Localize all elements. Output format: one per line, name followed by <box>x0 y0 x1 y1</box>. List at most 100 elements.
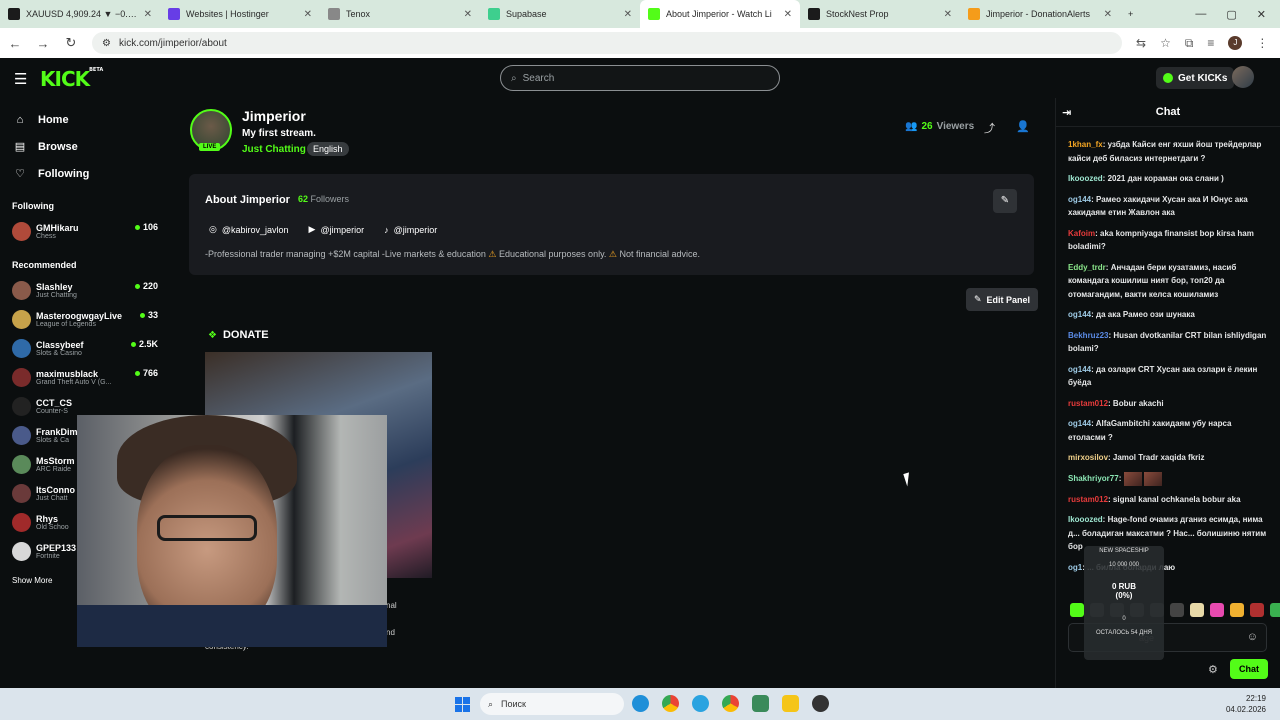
windows-start-icon[interactable] <box>455 697 470 712</box>
user-avatar[interactable] <box>1232 66 1254 88</box>
browser-tab[interactable]: Supabase ✕ <box>480 0 640 28</box>
channel-name: Rhys <box>36 514 59 524</box>
browser-tab[interactable]: About Jimperior - Watch Li ✕ <box>640 0 800 28</box>
chat-username[interactable]: Shakhriyor77 <box>1068 474 1119 483</box>
browser-tab[interactable]: Websites | Hostinger ✕ <box>160 0 320 28</box>
back-icon[interactable]: ← <box>8 36 22 51</box>
channel-avatar <box>12 513 31 532</box>
channel-name[interactable]: Jimperior <box>242 108 306 124</box>
user-settings-icon[interactable]: 👤 <box>1016 120 1030 133</box>
telegram-icon[interactable] <box>692 695 709 712</box>
chat-username[interactable]: Ikooozed <box>1068 174 1103 183</box>
emote-icon[interactable] <box>1210 603 1224 617</box>
channel-avatar <box>12 455 31 474</box>
bio-text-2: Educational purposes only. <box>499 249 609 259</box>
youtube-icon: ▶ <box>308 224 316 234</box>
edit-about-button[interactable]: ✎ <box>993 189 1017 213</box>
vpn-icon[interactable] <box>752 695 769 712</box>
close-window-icon[interactable]: ✕ <box>1257 8 1266 21</box>
tab-search-icon[interactable]: ≡ <box>1207 36 1214 50</box>
forward-icon[interactable]: → <box>36 36 50 51</box>
maximize-icon[interactable]: ▢ <box>1226 8 1236 21</box>
emote-icon[interactable] <box>1270 603 1280 617</box>
chat-message: rustam012: Bobur akachi <box>1068 398 1164 408</box>
chat-username[interactable]: og144 <box>1068 310 1091 319</box>
collapse-chat-icon[interactable]: ⇥ <box>1062 106 1071 119</box>
share-icon[interactable]: ⤴ <box>984 120 995 136</box>
extensions-icon[interactable]: ⧉ <box>1185 36 1194 51</box>
chat-username[interactable]: Kafoim <box>1068 229 1095 238</box>
chat-username[interactable]: Bekhruz23 <box>1068 331 1108 340</box>
emote-icon[interactable] <box>1170 603 1184 617</box>
sidebar-channel[interactable]: maximusblack Grand Theft Auto V (G... 766 <box>0 363 170 392</box>
emote-icon[interactable] <box>1190 603 1204 617</box>
hamburger-menu-icon[interactable]: ☰ <box>14 70 27 88</box>
kick-logo[interactable]: KICKBETA <box>40 67 103 91</box>
channel-category: Just Chatting <box>36 292 77 299</box>
chat-username[interactable]: Ikooozed <box>1068 515 1103 524</box>
translate-icon[interactable]: ⇆ <box>1136 36 1146 50</box>
social-link[interactable]: ▶ @jimperior <box>309 224 365 235</box>
emote-icon[interactable] <box>1230 603 1244 617</box>
get-kicks-button[interactable]: Get KICKs <box>1156 67 1235 89</box>
emote-icon[interactable] <box>1250 603 1264 617</box>
site-info-icon[interactable]: ⚙ <box>102 38 111 49</box>
edit-panel-button[interactable]: ✎ Edit Panel <box>966 288 1039 311</box>
sidebar-nav-home[interactable]: ⌂ Home <box>0 106 170 133</box>
tab-favicon-icon <box>168 8 180 20</box>
chat-username[interactable]: 1khan_fx <box>1068 140 1103 149</box>
emote-icon[interactable] <box>1070 603 1084 617</box>
browser-tab[interactable]: XAUUSD 4,909.24 ▼ −0.73% U ✕ <box>0 0 160 28</box>
edge-icon[interactable] <box>632 695 649 712</box>
chat-send-button[interactable]: Chat <box>1230 659 1268 679</box>
notes-icon[interactable] <box>782 695 799 712</box>
chat-username[interactable]: rustam012 <box>1068 399 1108 408</box>
emoji-picker-icon[interactable]: ☺ <box>1247 631 1258 643</box>
close-tab-icon[interactable]: ✕ <box>624 9 632 20</box>
bookmark-star-icon[interactable]: ☆ <box>1160 36 1171 50</box>
taskbar-search[interactable]: ⌕ Поиск <box>480 693 624 715</box>
reload-icon[interactable]: ↻ <box>64 35 78 51</box>
browser-tab[interactable]: Tenox ✕ <box>320 0 480 28</box>
chat-username[interactable]: Eddy_trdr <box>1068 263 1106 272</box>
close-tab-icon[interactable]: ✕ <box>1104 9 1112 20</box>
chrome-icon-2[interactable] <box>722 695 739 712</box>
browser-tab[interactable]: StockNest Prop ✕ <box>800 0 960 28</box>
sidebar-channel[interactable]: MasteroogwgayLive League of Legends 33 <box>0 305 170 334</box>
chat-username[interactable]: og144 <box>1068 419 1091 428</box>
chat-username[interactable]: mirxosilov <box>1068 453 1108 462</box>
chat-message-text: Jamol Tradr xaqida fkriz <box>1112 453 1205 462</box>
app-icon[interactable] <box>812 695 829 712</box>
close-tab-icon[interactable]: ✕ <box>944 9 952 20</box>
social-link[interactable]: ♪ @jimperior <box>384 224 437 235</box>
language-tag[interactable]: English <box>307 142 349 156</box>
chat-settings-icon[interactable]: ⚙ <box>1208 663 1218 676</box>
minimize-icon[interactable]: — <box>1195 8 1206 20</box>
close-tab-icon[interactable]: ✕ <box>304 9 312 20</box>
sidebar-channel[interactable]: GMHikaru Chess 106 <box>0 217 170 246</box>
new-tab-button[interactable]: + <box>1120 0 1150 28</box>
browser-profile-avatar[interactable]: J <box>1228 36 1243 50</box>
stream-category[interactable]: Just Chatting <box>242 144 306 155</box>
sidebar-channel[interactable]: Slashley Just Chatting 220 <box>0 276 170 305</box>
search-placeholder: Search <box>522 72 555 84</box>
chrome-icon[interactable] <box>662 695 679 712</box>
close-tab-icon[interactable]: ✕ <box>144 9 152 20</box>
browser-tab[interactable]: Jimperior - DonationAlerts ✕ <box>960 0 1120 28</box>
chat-username[interactable]: og144 <box>1068 365 1091 374</box>
browser-menu-icon[interactable]: ⋮ <box>1256 36 1268 50</box>
chat-username[interactable]: og144 <box>1068 195 1091 204</box>
chat-username[interactable]: og1 <box>1068 563 1082 572</box>
emote-icon <box>1123 471 1142 486</box>
social-link[interactable]: ◎ @kabirov_javlon <box>209 224 289 235</box>
close-tab-icon[interactable]: ✕ <box>784 9 792 20</box>
url-field[interactable]: ⚙ kick.com/jimperior/about <box>92 32 1122 54</box>
close-tab-icon[interactable]: ✕ <box>464 9 472 20</box>
search-input[interactable]: ⌕ Search <box>500 65 780 91</box>
kicks-coin-icon <box>1163 73 1173 83</box>
sidebar-nav-browse[interactable]: ▤ Browse <box>0 133 170 160</box>
sidebar-channel[interactable]: Classybeef Slots & Casino 2.5K <box>0 334 170 363</box>
chat-username[interactable]: rustam012 <box>1068 495 1108 504</box>
sidebar-nav-following[interactable]: ♡ Following <box>0 160 170 187</box>
system-clock[interactable]: 22:19 04.02.2026 <box>1226 693 1266 715</box>
